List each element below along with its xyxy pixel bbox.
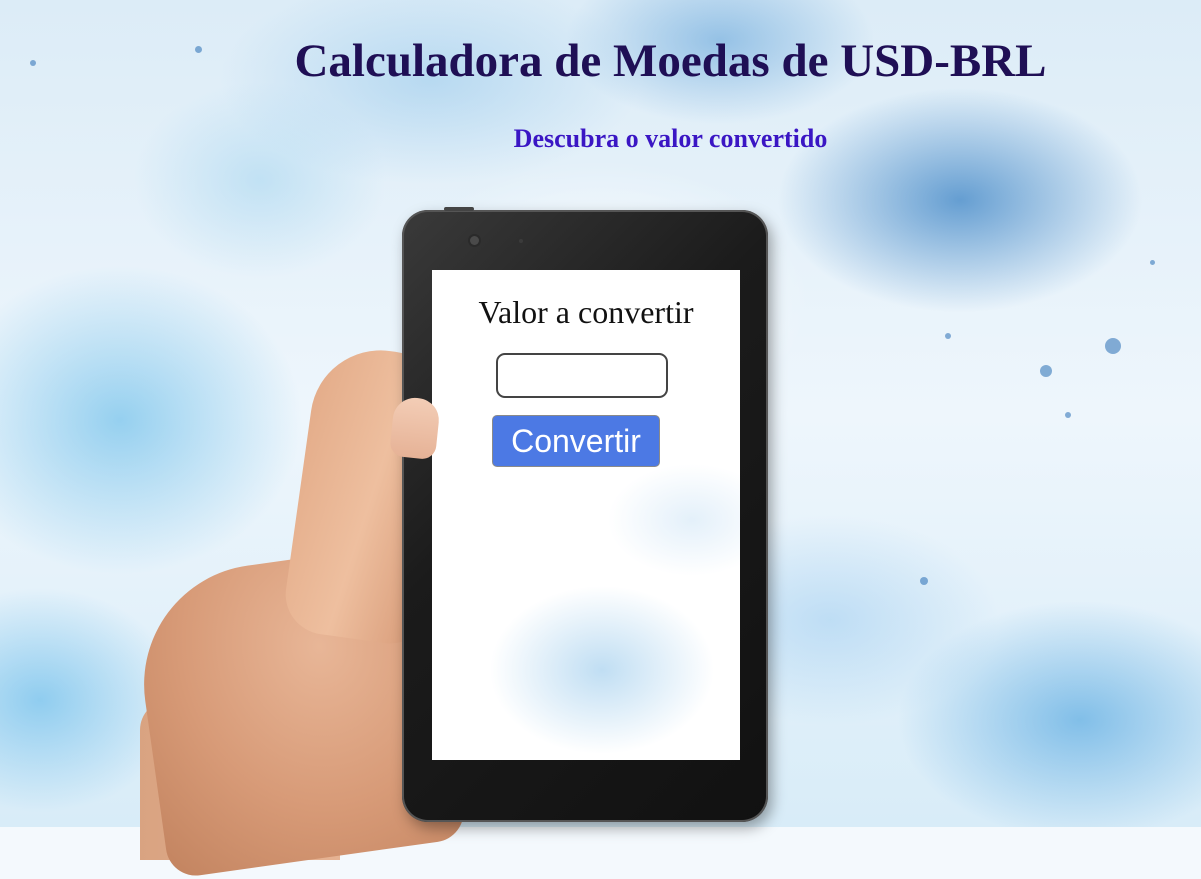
paint-speck <box>945 333 951 339</box>
tablet-device: Valor a convertir Convertir <box>402 207 768 822</box>
hand-thumbnail <box>388 395 442 461</box>
page-subtitle: Descubra o valor convertido <box>513 124 828 153</box>
tablet-power-button <box>444 207 474 211</box>
paint-speck <box>1150 260 1155 265</box>
camera-icon <box>470 236 479 245</box>
paint-speck <box>1065 412 1071 418</box>
paint-speck <box>920 577 928 585</box>
value-label: Valor a convertir <box>478 294 694 330</box>
paint-speck <box>1040 365 1052 377</box>
sensor-icon <box>519 239 523 243</box>
page-title: Calculadora de Moedas de USD-BRL <box>294 35 1047 87</box>
convert-button[interactable]: Convertir <box>492 415 660 467</box>
value-input[interactable] <box>496 353 668 398</box>
tablet-screen: Valor a convertir Convertir <box>432 270 740 760</box>
paint-speck <box>1105 338 1121 354</box>
